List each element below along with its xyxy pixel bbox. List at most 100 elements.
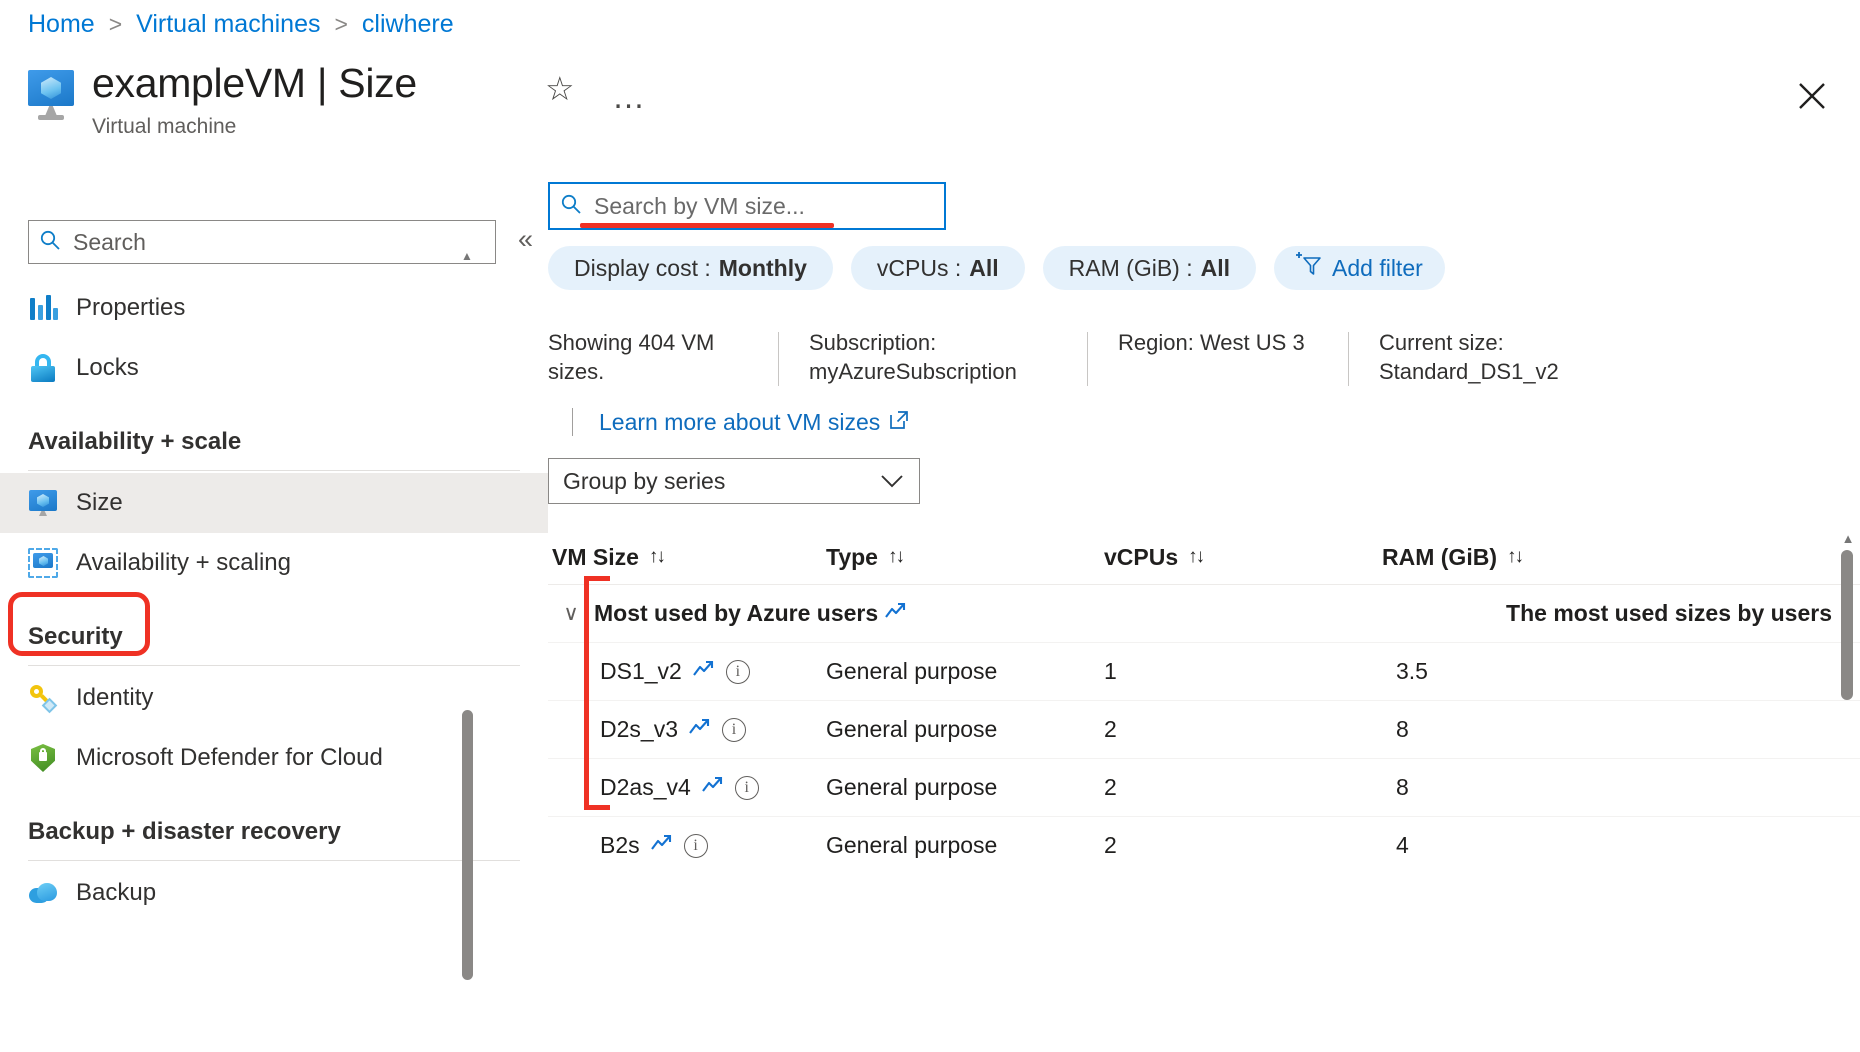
cell-vcpus: 2 [1104, 774, 1382, 801]
vm-size-search-input[interactable] [592, 192, 934, 221]
cell-type: General purpose [826, 716, 1104, 743]
cell-vm-size: DS1_v2 i [548, 658, 826, 685]
filter-ram[interactable]: RAM (GiB) : All [1043, 246, 1256, 290]
info-icon[interactable]: i [726, 660, 750, 684]
trending-up-icon [650, 832, 674, 859]
star-icon[interactable]: ☆ [545, 72, 575, 105]
column-label: VM Size [552, 544, 639, 571]
sidebar-item-label: Backup [76, 879, 156, 907]
column-label: RAM (GiB) [1382, 544, 1497, 571]
group-note: The most used sizes by users [1506, 600, 1832, 627]
add-filter-icon [1296, 252, 1324, 284]
breadcrumb-item-cliwhere[interactable]: cliwhere [362, 10, 454, 39]
cloud-backup-icon [28, 878, 58, 908]
column-header-type[interactable]: Type ↑↓ [826, 544, 1104, 571]
sort-icon[interactable]: ↑↓ [888, 546, 903, 568]
scrollbar-thumb[interactable] [1841, 550, 1853, 700]
filter-bar: Display cost : Monthly vCPUs : All RAM (… [548, 246, 1445, 290]
collapse-sidebar-button[interactable]: « [518, 226, 533, 253]
cell-ram: 8 [1382, 716, 1682, 743]
divider [778, 332, 779, 386]
ellipsis-icon[interactable]: … [612, 80, 647, 113]
trending-up-icon [692, 658, 716, 685]
table-row[interactable]: D2as_v4 i General purpose 2 8 [548, 758, 1860, 816]
vm-size-table: VM Size ↑↓ Type ↑↓ vCPUs ↑↓ RAM (GiB) ↑↓… [548, 530, 1860, 874]
sidebar-scrollbar[interactable]: ▲ [460, 250, 474, 1010]
group-by-value: Group by series [563, 468, 725, 495]
info-icon[interactable]: i [735, 776, 759, 800]
column-header-vm-size[interactable]: VM Size ↑↓ [548, 544, 826, 571]
close-icon[interactable] [1794, 78, 1830, 114]
key-icon [28, 683, 58, 713]
sidebar-item-label: Properties [76, 294, 185, 322]
divider [28, 665, 520, 666]
azure-portal-vm-size-page: Home > Virtual machines > cliwhere examp… [0, 0, 1860, 1052]
column-header-ram[interactable]: RAM (GiB) ↑↓ [1382, 544, 1682, 571]
learn-more-link[interactable]: Learn more about VM sizes [599, 409, 909, 436]
column-label: vCPUs [1104, 544, 1178, 571]
table-row[interactable]: DS1_v2 i General purpose 1 3.5 [548, 642, 1860, 700]
vm-size-label: B2s [600, 832, 640, 859]
table-scrollbar[interactable]: ▲ [1840, 532, 1856, 1052]
scroll-up-icon[interactable]: ▲ [1841, 532, 1855, 545]
filter-value: All [969, 255, 998, 282]
info-icon[interactable]: i [722, 718, 746, 742]
sidebar-item-label: Identity [76, 684, 153, 712]
table-header-row: VM Size ↑↓ Type ↑↓ vCPUs ↑↓ RAM (GiB) ↑↓ [548, 530, 1860, 584]
search-input[interactable] [71, 228, 485, 257]
size-icon [28, 488, 58, 518]
page-title-block: exampleVM | Size Virtual machine [28, 62, 417, 139]
scrollbar-thumb[interactable] [462, 710, 473, 980]
trending-up-icon [701, 774, 725, 801]
scroll-up-icon[interactable]: ▲ [460, 250, 474, 262]
info-icon[interactable]: i [684, 834, 708, 858]
page-title: exampleVM | Size [92, 62, 417, 105]
table-group-row[interactable]: ∨ Most used by Azure users The most used… [548, 584, 1860, 642]
breadcrumb-item-virtual-machines[interactable]: Virtual machines [136, 10, 320, 39]
add-filter-label: Add filter [1332, 255, 1423, 282]
add-filter-button[interactable]: Add filter [1274, 246, 1445, 290]
table-row[interactable]: B2s i General purpose 2 4 [548, 816, 1860, 874]
page-subtitle: Virtual machine [92, 115, 417, 139]
info-bar: Showing 404 VM sizes. Subscription: myAz… [548, 328, 1858, 386]
breadcrumb: Home > Virtual machines > cliwhere [28, 10, 454, 39]
sidebar: « Properties Locks Availability + scale … [0, 168, 548, 1052]
cell-vcpus: 1 [1104, 658, 1382, 685]
vm-size-label: D2s_v3 [600, 716, 678, 743]
cell-ram: 3.5 [1382, 658, 1682, 685]
sort-icon[interactable]: ↑↓ [649, 546, 664, 568]
vm-size-label: D2as_v4 [600, 774, 691, 801]
cell-type: General purpose [826, 658, 1104, 685]
cell-type: General purpose [826, 774, 1104, 801]
sidebar-search[interactable] [28, 220, 496, 264]
annotation-underline-search [580, 223, 834, 228]
info-subscription: Subscription: myAzureSubscription [809, 328, 1057, 386]
filter-display-cost[interactable]: Display cost : Monthly [548, 246, 833, 290]
learn-more-label: Learn more about VM sizes [599, 409, 880, 436]
sidebar-item-label: Availability + scaling [76, 549, 291, 577]
search-icon [39, 229, 61, 256]
trending-up-icon [688, 716, 712, 743]
breadcrumb-item-home[interactable]: Home [28, 10, 95, 39]
filter-label: RAM (GiB) : [1069, 255, 1193, 282]
chevron-down-icon[interactable]: ∨ [548, 601, 594, 626]
column-header-vcpus[interactable]: vCPUs ↑↓ [1104, 544, 1382, 571]
info-region: Region: West US 3 [1118, 328, 1318, 357]
sort-icon[interactable]: ↑↓ [1188, 546, 1203, 568]
virtual-machine-icon [28, 70, 76, 122]
group-by-dropdown[interactable]: Group by series [548, 458, 920, 504]
lock-icon [28, 353, 58, 383]
cell-vcpus: 2 [1104, 832, 1382, 859]
cell-vm-size: D2as_v4 i [548, 774, 826, 801]
divider [28, 470, 520, 471]
table-row[interactable]: D2s_v3 i General purpose 2 8 [548, 700, 1860, 758]
search-icon [560, 193, 582, 220]
sort-icon[interactable]: ↑↓ [1507, 546, 1522, 568]
learn-more-row: Learn more about VM sizes [572, 408, 909, 436]
shield-icon [28, 743, 58, 773]
trending-up-icon [884, 600, 908, 627]
filter-vcpus[interactable]: vCPUs : All [851, 246, 1025, 290]
filter-label: vCPUs : [877, 255, 961, 282]
breadcrumb-separator: > [109, 11, 122, 38]
info-current-size: Current size: Standard_DS1_v2 [1379, 328, 1629, 386]
